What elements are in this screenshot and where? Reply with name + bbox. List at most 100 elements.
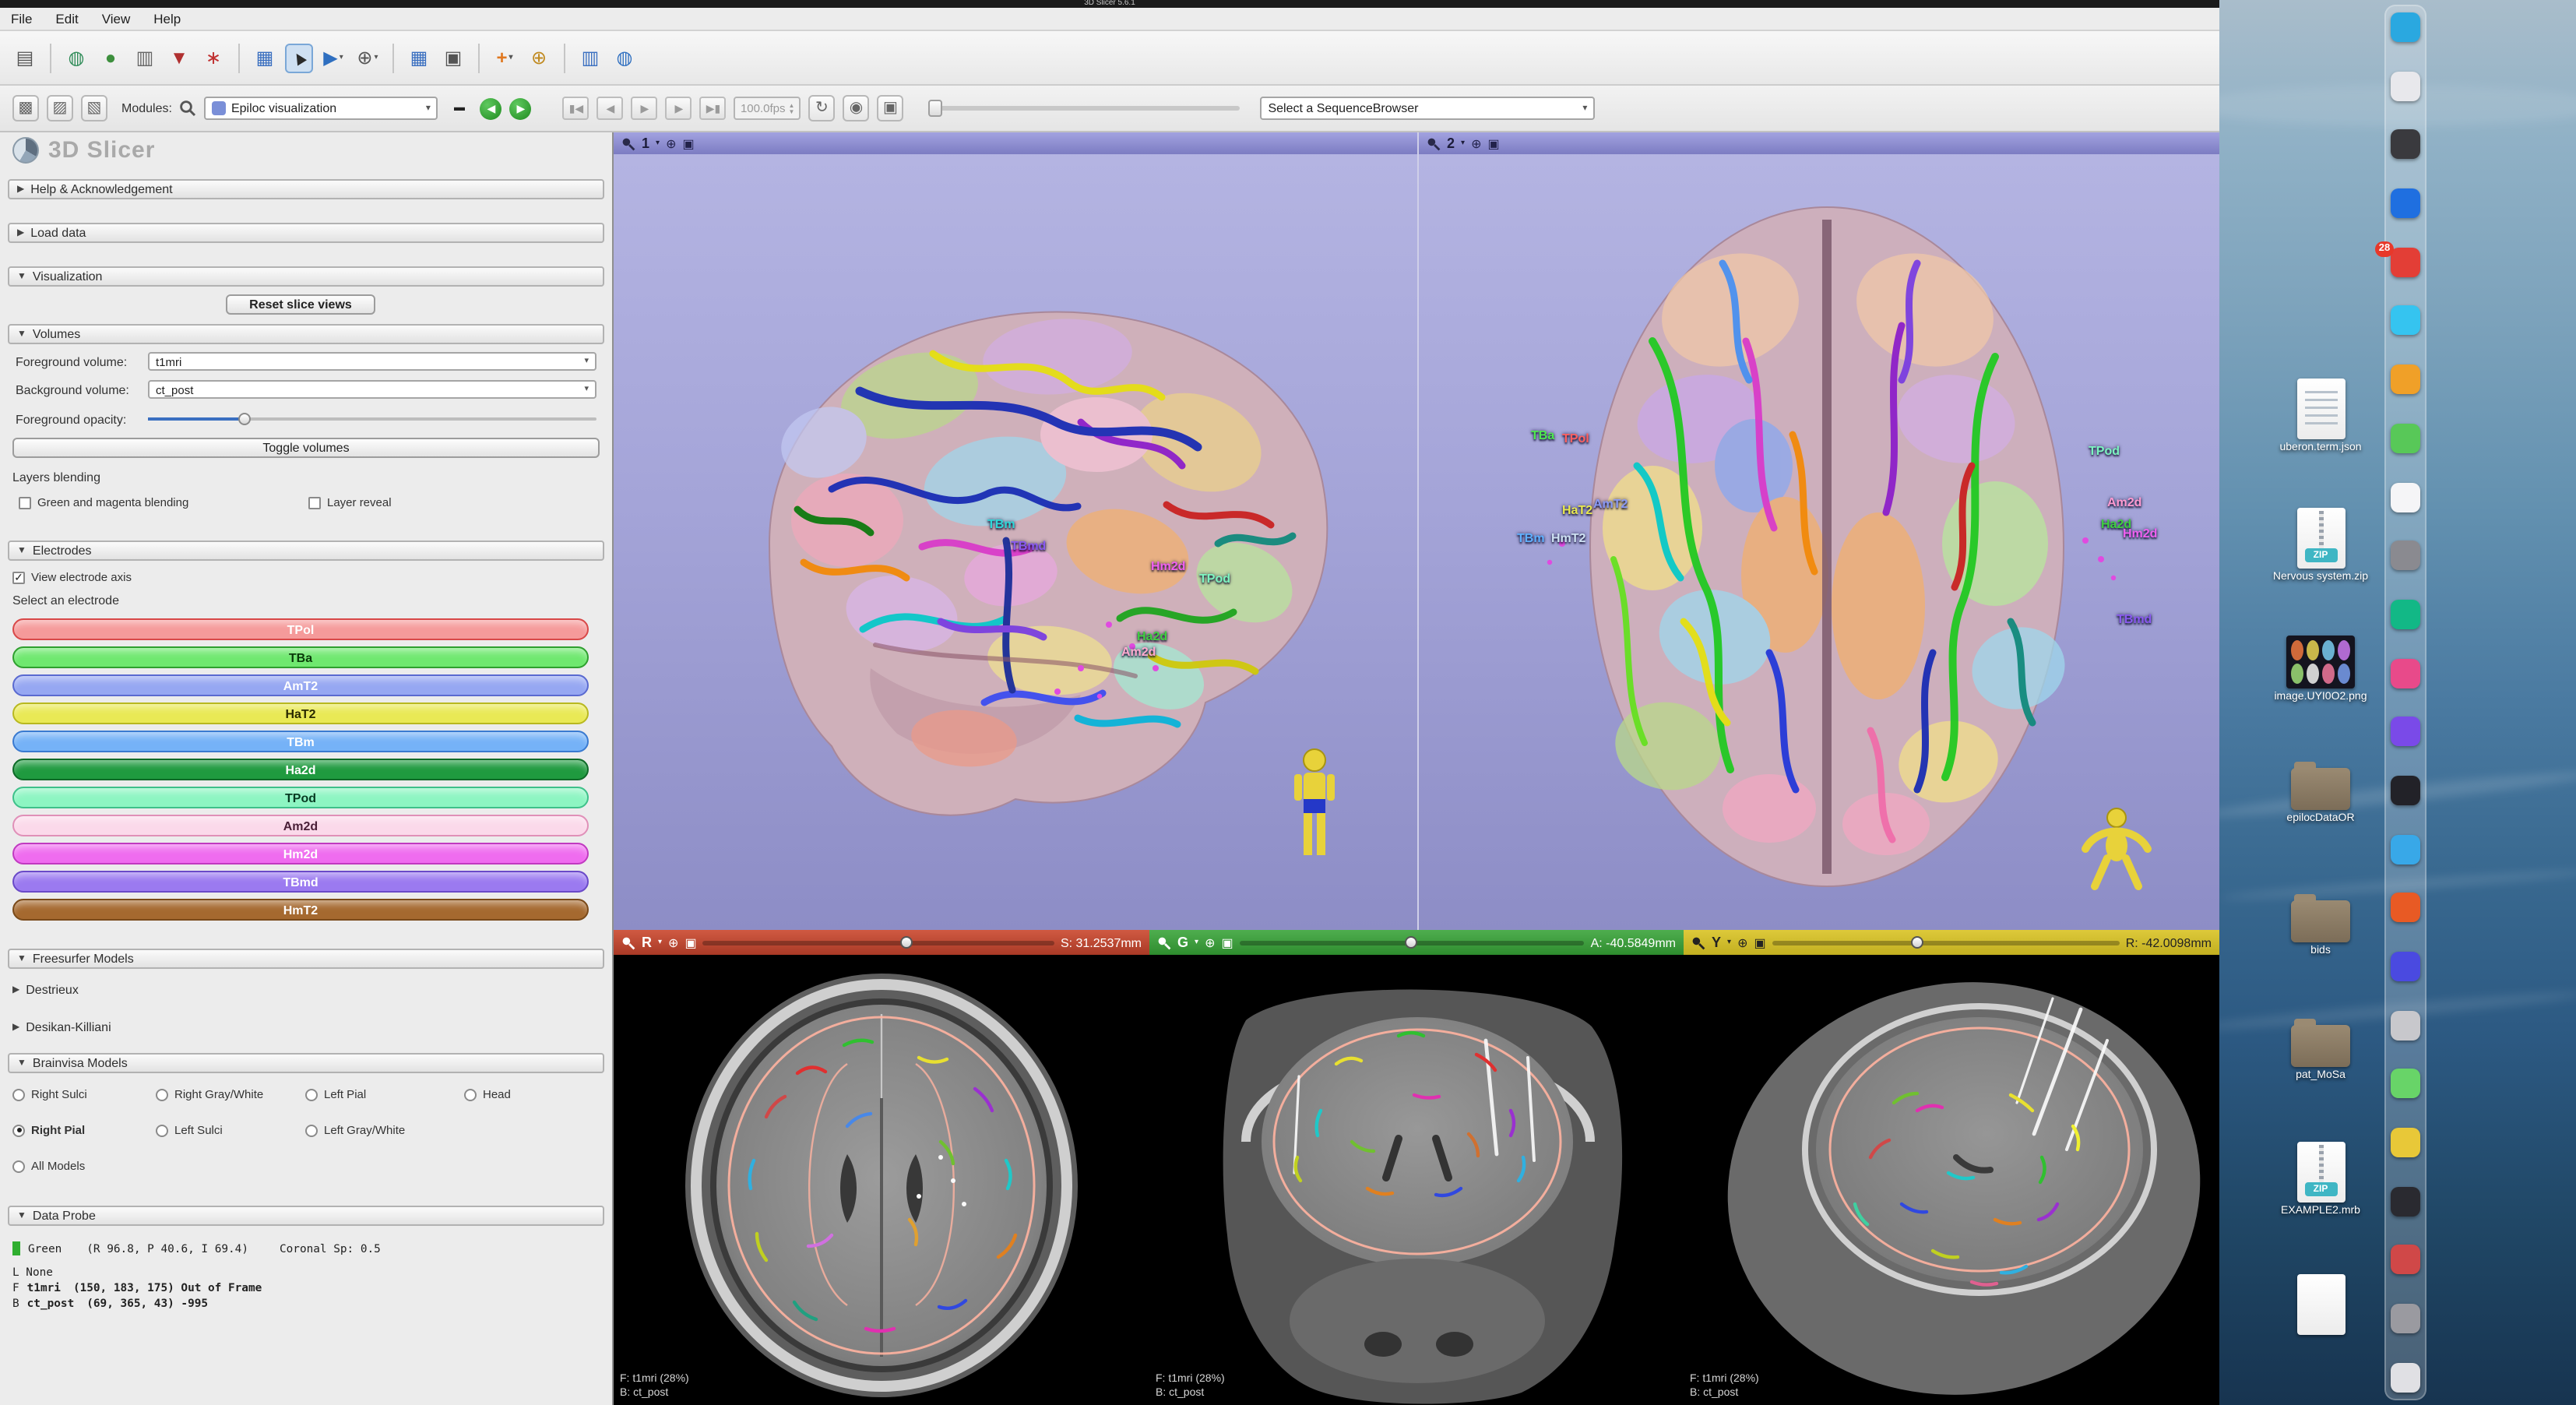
dock-icon[interactable]: [2391, 130, 2420, 160]
tables-icon[interactable]: ▦: [251, 43, 279, 72]
section-visualization[interactable]: ▼ Visualization: [8, 266, 604, 287]
electrode-button-tpod[interactable]: TPod: [12, 787, 589, 808]
electrode-button-am2d[interactable]: Am2d: [12, 815, 589, 836]
dock-icon[interactable]: [2391, 482, 2420, 512]
center-view-icon[interactable]: ⊕: [1471, 136, 1481, 150]
radio-head[interactable]: Head: [464, 1087, 511, 1101]
green-slice-view[interactable]: G ▾ ⊕ ▣ A: -40.5849mm: [1149, 930, 1684, 1405]
slider-track[interactable]: [1772, 941, 2120, 945]
view1-canvas[interactable]: TBm TBmd Hm2d TPod Ha2d Am2d: [614, 154, 1417, 930]
view-screenshot-icon[interactable]: ▣: [1487, 136, 1499, 150]
crosshair-icon[interactable]: ⊕: [525, 43, 553, 72]
slider-track[interactable]: [928, 106, 1240, 111]
center-view-icon[interactable]: ⊕: [666, 136, 676, 150]
desktop-folder-bids[interactable]: bids: [2250, 893, 2391, 958]
view-electrode-axis-checkbox[interactable]: ✓ View electrode axis: [12, 570, 132, 584]
radio-left-sulci[interactable]: Left Sulci: [156, 1123, 223, 1137]
slice-link-icon[interactable]: ⊕: [668, 935, 678, 949]
desktop-folder-epilocdataor[interactable]: epilocDataOR: [2250, 760, 2391, 826]
module-history-icon[interactable]: ▩: [12, 95, 39, 121]
dock-icon[interactable]: [2391, 306, 2420, 336]
dock-icon[interactable]: [2391, 776, 2420, 805]
slice-visibility-icon[interactable]: ▣: [1221, 935, 1233, 949]
play-button[interactable]: ▶: [632, 97, 658, 120]
slider-handle[interactable]: [899, 936, 912, 949]
dock-icon[interactable]: [2391, 717, 2420, 747]
section-brainvisa[interactable]: ▼ Brainvisa Models: [8, 1053, 604, 1073]
dock-icon-mail[interactable]: 28: [2391, 248, 2420, 277]
section-electrodes[interactable]: ▼ Electrodes: [8, 541, 604, 561]
layer-reveal-checkbox[interactable]: Layer reveal: [308, 495, 392, 509]
freesurfer-desikan[interactable]: ▶ Desikan-Killiani: [12, 1020, 111, 1034]
screenshot-icon[interactable]: ▣: [439, 43, 467, 72]
dock-icon[interactable]: [2391, 541, 2420, 570]
module-selector[interactable]: Epiloc visualization ▾: [205, 97, 438, 120]
pin-icon[interactable]: [621, 136, 635, 150]
search-module-icon[interactable]: [180, 100, 197, 117]
checkbox-icon[interactable]: [19, 496, 31, 509]
electrode-button-tba[interactable]: TBa: [12, 646, 589, 668]
seek-next-button[interactable]: ▶: [666, 97, 692, 120]
electrode-button-hat2[interactable]: HaT2: [12, 702, 589, 724]
electrode-button-amt2[interactable]: AmT2: [12, 674, 589, 696]
dropdown-arrow-icon[interactable]: ▾: [375, 53, 378, 62]
electrode-button-tbm[interactable]: TBm: [12, 731, 589, 752]
radio-right-sulci[interactable]: Right Sulci: [12, 1087, 87, 1101]
radio-icon[interactable]: [156, 1088, 168, 1100]
rotate-icon[interactable]: ⊕▾: [354, 43, 382, 72]
dock-icon[interactable]: [2391, 1304, 2420, 1333]
module-dash-icon[interactable]: ▬: [446, 95, 473, 121]
threed-view-1[interactable]: 1 ▾ ⊕ ▣: [614, 132, 1417, 930]
module-forward-button[interactable]: ▶: [510, 97, 532, 119]
checkbox-checked-icon[interactable]: ✓: [12, 571, 25, 583]
module-favorites-icon[interactable]: ▨: [47, 95, 73, 121]
red-slice-canvas[interactable]: F: t1mri (28%) B: ct_post: [614, 955, 1149, 1405]
markups-icon[interactable]: ∗: [199, 43, 227, 72]
desktop-folder-patmosa[interactable]: pat_MoSa: [2250, 1017, 2391, 1083]
radio-right-pial[interactable]: Right Pial: [12, 1123, 85, 1137]
dock-icon[interactable]: [2391, 71, 2420, 100]
cursor-icon[interactable]: ▲: [285, 43, 313, 72]
desktop-file-nervous-zip[interactable]: ZIP Nervous system.zip: [2250, 508, 2391, 584]
layout-icon[interactable]: ▦: [405, 43, 433, 72]
desktop-file-image[interactable]: image.UYI0O2.png: [2250, 636, 2391, 704]
dicom-icon[interactable]: ◍: [62, 43, 90, 72]
dock-icon[interactable]: [2391, 1069, 2420, 1099]
spin-arrows-icon[interactable]: ▲▼: [789, 102, 795, 114]
chevron-down-icon[interactable]: ▾: [658, 938, 662, 947]
slice-link-icon[interactable]: ⊕: [1205, 935, 1215, 949]
place-point-icon[interactable]: ▶▾: [319, 43, 347, 72]
loop-icon[interactable]: ↻: [808, 95, 835, 121]
dropdown-arrow-icon[interactable]: ▾: [509, 53, 513, 62]
slider-handle[interactable]: [928, 100, 942, 117]
section-volumes[interactable]: ▼ Volumes: [8, 324, 604, 344]
desktop-file-example2[interactable]: ZIP EXAMPLE2.mrb: [2250, 1142, 2391, 1218]
radio-right-graywhite[interactable]: Right Gray/White: [156, 1087, 263, 1101]
section-load-data[interactable]: ▶ Load data: [8, 223, 604, 243]
radio-all-models[interactable]: All Models: [12, 1159, 85, 1173]
electrode-button-hm2d[interactable]: Hm2d: [12, 843, 589, 864]
dock-icon[interactable]: [2391, 952, 2420, 981]
radio-left-graywhite[interactable]: Left Gray/White: [305, 1123, 405, 1137]
radio-icon[interactable]: [305, 1124, 318, 1136]
menu-view[interactable]: View: [102, 11, 131, 26]
seek-last-button[interactable]: ▶▮: [700, 97, 727, 120]
slider-handle[interactable]: [1405, 936, 1417, 949]
toggle-volumes-button[interactable]: Toggle volumes: [12, 438, 600, 458]
sequence-slider[interactable]: [928, 97, 1240, 120]
seek-first-button[interactable]: ▮◀: [563, 97, 589, 120]
section-freesurfer[interactable]: ▼ Freesurfer Models: [8, 949, 604, 969]
reset-slice-views-button[interactable]: Reset slice views: [226, 294, 375, 315]
radio-icon[interactable]: [156, 1124, 168, 1136]
fiducial-add-icon[interactable]: +▾: [491, 43, 519, 72]
green-magenta-checkbox[interactable]: Green and magenta blending: [19, 495, 188, 509]
view-screenshot-icon[interactable]: ▣: [682, 136, 694, 150]
radio-icon[interactable]: [12, 1088, 25, 1100]
desktop-file-uberon[interactable]: uberon.term.json: [2250, 379, 2391, 455]
radio-left-pial[interactable]: Left Pial: [305, 1087, 366, 1101]
electrode-button-tbmd[interactable]: TBmd: [12, 871, 589, 893]
electrode-button-hmt2[interactable]: HmT2: [12, 899, 589, 921]
dock-icon[interactable]: [2391, 1010, 2420, 1040]
save-icon[interactable]: ●: [97, 43, 125, 72]
yellow-slice-slider[interactable]: [1772, 931, 2120, 953]
